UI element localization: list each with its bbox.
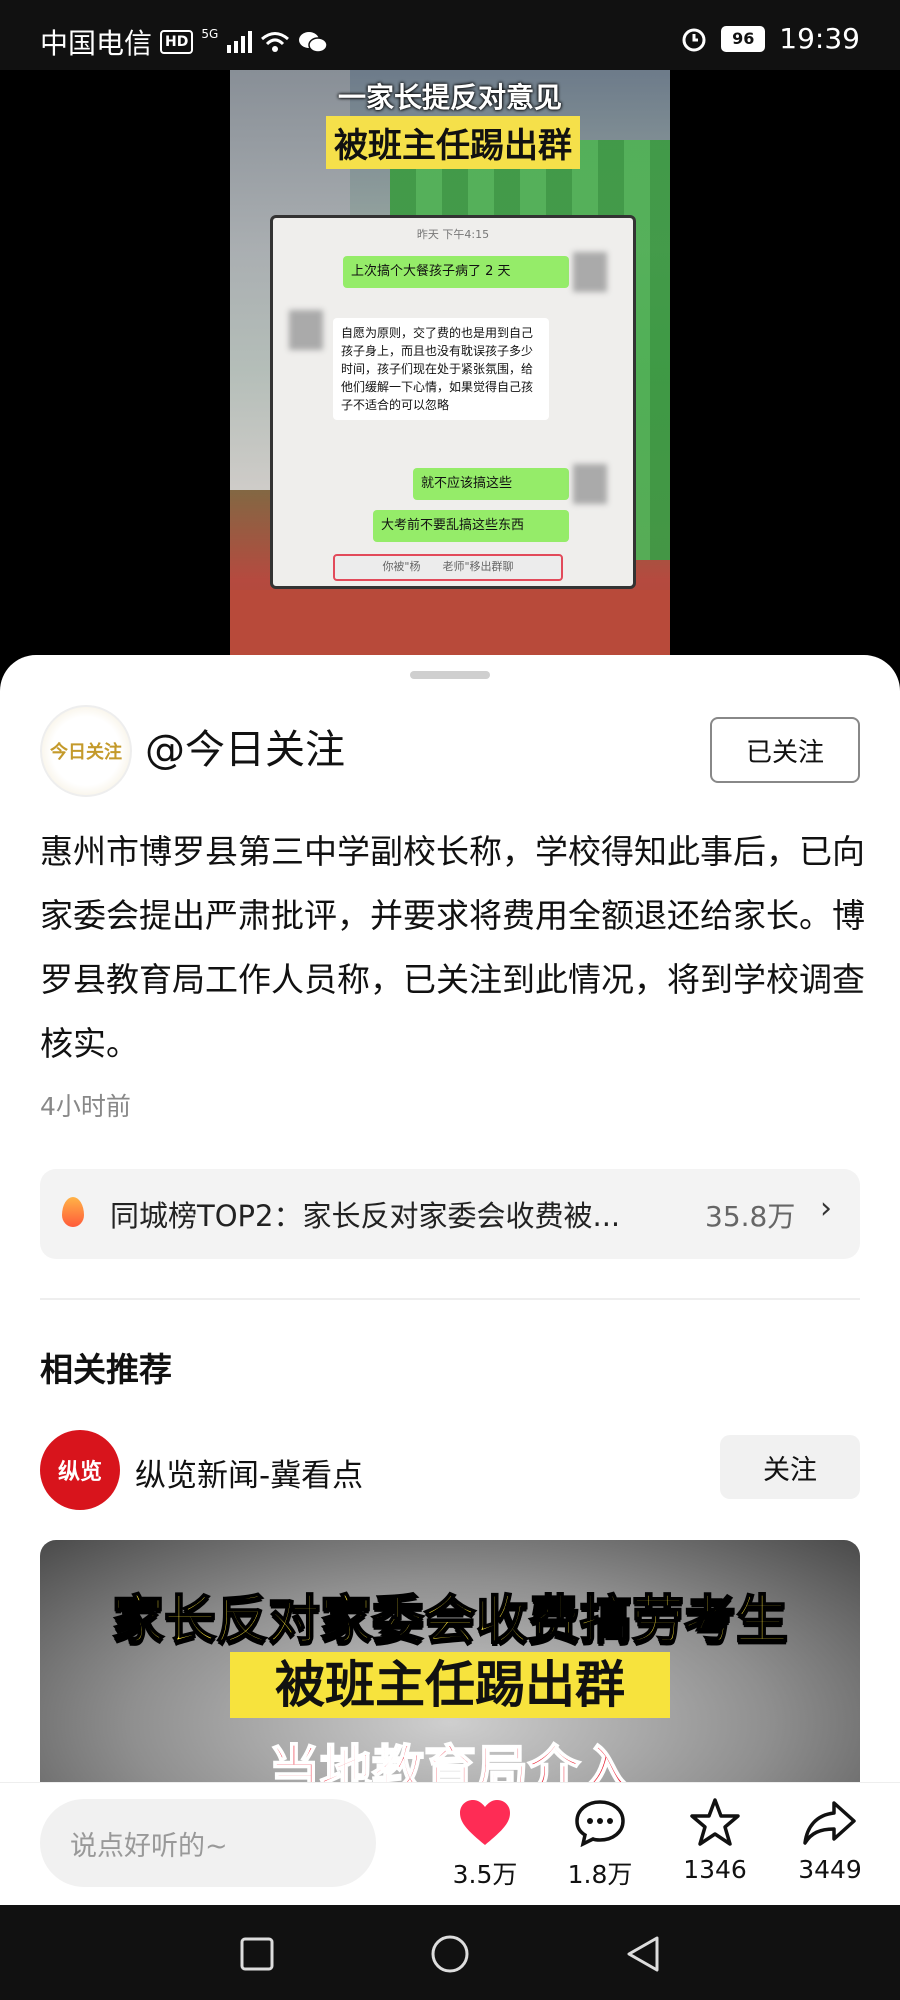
star-icon (690, 1798, 740, 1846)
bottom-action-bar: 说点好听的~ 3.5万 1.8万 1346 3449 (0, 1782, 900, 1906)
back-triangle-icon (627, 1936, 659, 1972)
share-arrow-icon (803, 1801, 856, 1845)
back-button[interactable] (618, 1929, 668, 1979)
comment-bubble-icon (575, 1800, 625, 1847)
chat-screenshot: 昨天 下午4:15 上次搞个大餐孩子病了 2 天 自愿为原则，交了费的也是用到自… (270, 215, 636, 589)
video-caption-line1: 一家长提反对意见 (337, 81, 562, 114)
square-icon (240, 1937, 274, 1971)
author-avatar[interactable]: 今日关注 (40, 705, 132, 797)
post-body: 惠州市博罗县第三中学副校长称，学校得知此事后，已向家委会提出严肃批评，并要求将费… (40, 832, 865, 1063)
system-nav-bar (0, 1905, 900, 2000)
followed-button[interactable]: 已关注 (710, 717, 860, 783)
video-player[interactable]: 一家长提反对意见 被班主任踢出群 昨天 下午4:15 上次搞个大餐孩子病了 2 … (0, 70, 900, 670)
chat-bubble: 自愿为原则，交了费的也是用到自己孩子身上，而且也没有耽误孩子多少时间，孩子们现在… (333, 318, 549, 420)
blurred-avatar (289, 310, 323, 350)
signal-icon (227, 31, 253, 53)
related-title: 相关推荐 (40, 1350, 172, 1389)
post-timestamp: 4小时前 (40, 1092, 131, 1121)
battery-indicator: 96 (721, 25, 766, 52)
related-follow-button[interactable]: 关注 (720, 1435, 860, 1499)
favorite-button[interactable]: 1346 (670, 1793, 760, 1884)
wifi-icon (261, 32, 290, 52)
thumbnail-caption-line2: 被班主任踢出群 (230, 1652, 670, 1718)
flame-icon (62, 1197, 84, 1227)
comment-placeholder: 说点好听的~ (70, 1830, 228, 1862)
home-button[interactable] (425, 1929, 475, 1979)
chat-bubble: 就不应该搞这些 (413, 468, 569, 500)
share-count: 3449 (798, 1855, 862, 1884)
hd-icon: HD (160, 30, 194, 54)
recents-button[interactable] (232, 1929, 282, 1979)
chat-bubble: 大考前不要乱搞这些东西 (373, 510, 569, 542)
comment-button[interactable]: 1.8万 (555, 1793, 645, 1891)
chat-system-message: 你被"杨 老师"移出群聊 (333, 554, 563, 581)
thumbnail-caption-line1: 家长反对家委会收费搞劳考生 (111, 1590, 789, 1652)
wechat-icon (299, 32, 329, 53)
circle-icon (431, 1935, 469, 1973)
video-frame[interactable]: 一家长提反对意见 被班主任踢出群 昨天 下午4:15 上次搞个大餐孩子病了 2 … (230, 70, 670, 670)
video-caption-line2: 被班主任踢出群 (326, 116, 580, 169)
status-bar: 中国电信 HD 5G 96 19:39 (0, 0, 900, 80)
alarm-icon (682, 28, 706, 51)
author-name[interactable]: @今日关注 (145, 717, 345, 775)
comment-input[interactable]: 说点好听的~ (40, 1799, 376, 1887)
ranking-banner[interactable]: 同城榜TOP2：家长反对家委会收费被... 35.8万 › (40, 1169, 860, 1259)
ranking-count: 35.8万 (705, 1200, 796, 1233)
heart-icon (460, 1800, 510, 1845)
related-author-avatar[interactable]: 纵览 (40, 1430, 120, 1510)
related-author-name[interactable]: 纵览新闻-冀看点 (135, 1450, 363, 1495)
favorite-count: 1346 (683, 1855, 747, 1884)
share-button[interactable]: 3449 (785, 1793, 875, 1884)
divider (40, 1298, 860, 1300)
like-count: 3.5万 (452, 1860, 518, 1889)
blurred-avatar (573, 252, 607, 292)
network-type: 5G (201, 27, 219, 41)
sheet-drag-handle[interactable] (410, 671, 490, 679)
ranking-text: 同城榜TOP2：家长反对家委会收费被... (110, 1199, 621, 1233)
carrier-label: 中国电信 (40, 27, 153, 60)
clock: 19:39 (779, 22, 860, 55)
chat-bubble: 上次搞个大餐孩子病了 2 天 (343, 256, 569, 288)
chat-time: 昨天 下午4:15 (416, 228, 490, 241)
like-button[interactable]: 3.5万 (440, 1793, 530, 1891)
related-avatar-logo: 纵览 (57, 1460, 102, 1485)
detail-sheet: 今日关注 @今日关注 已关注 惠州市博罗县第三中学副校长称，学校得知此事后，已向… (0, 655, 900, 1905)
blurred-avatar (573, 464, 607, 504)
author-avatar-logo: 今日关注 (50, 742, 122, 763)
comment-count: 1.8万 (567, 1860, 633, 1889)
chevron-right-icon: › (820, 1191, 832, 1226)
